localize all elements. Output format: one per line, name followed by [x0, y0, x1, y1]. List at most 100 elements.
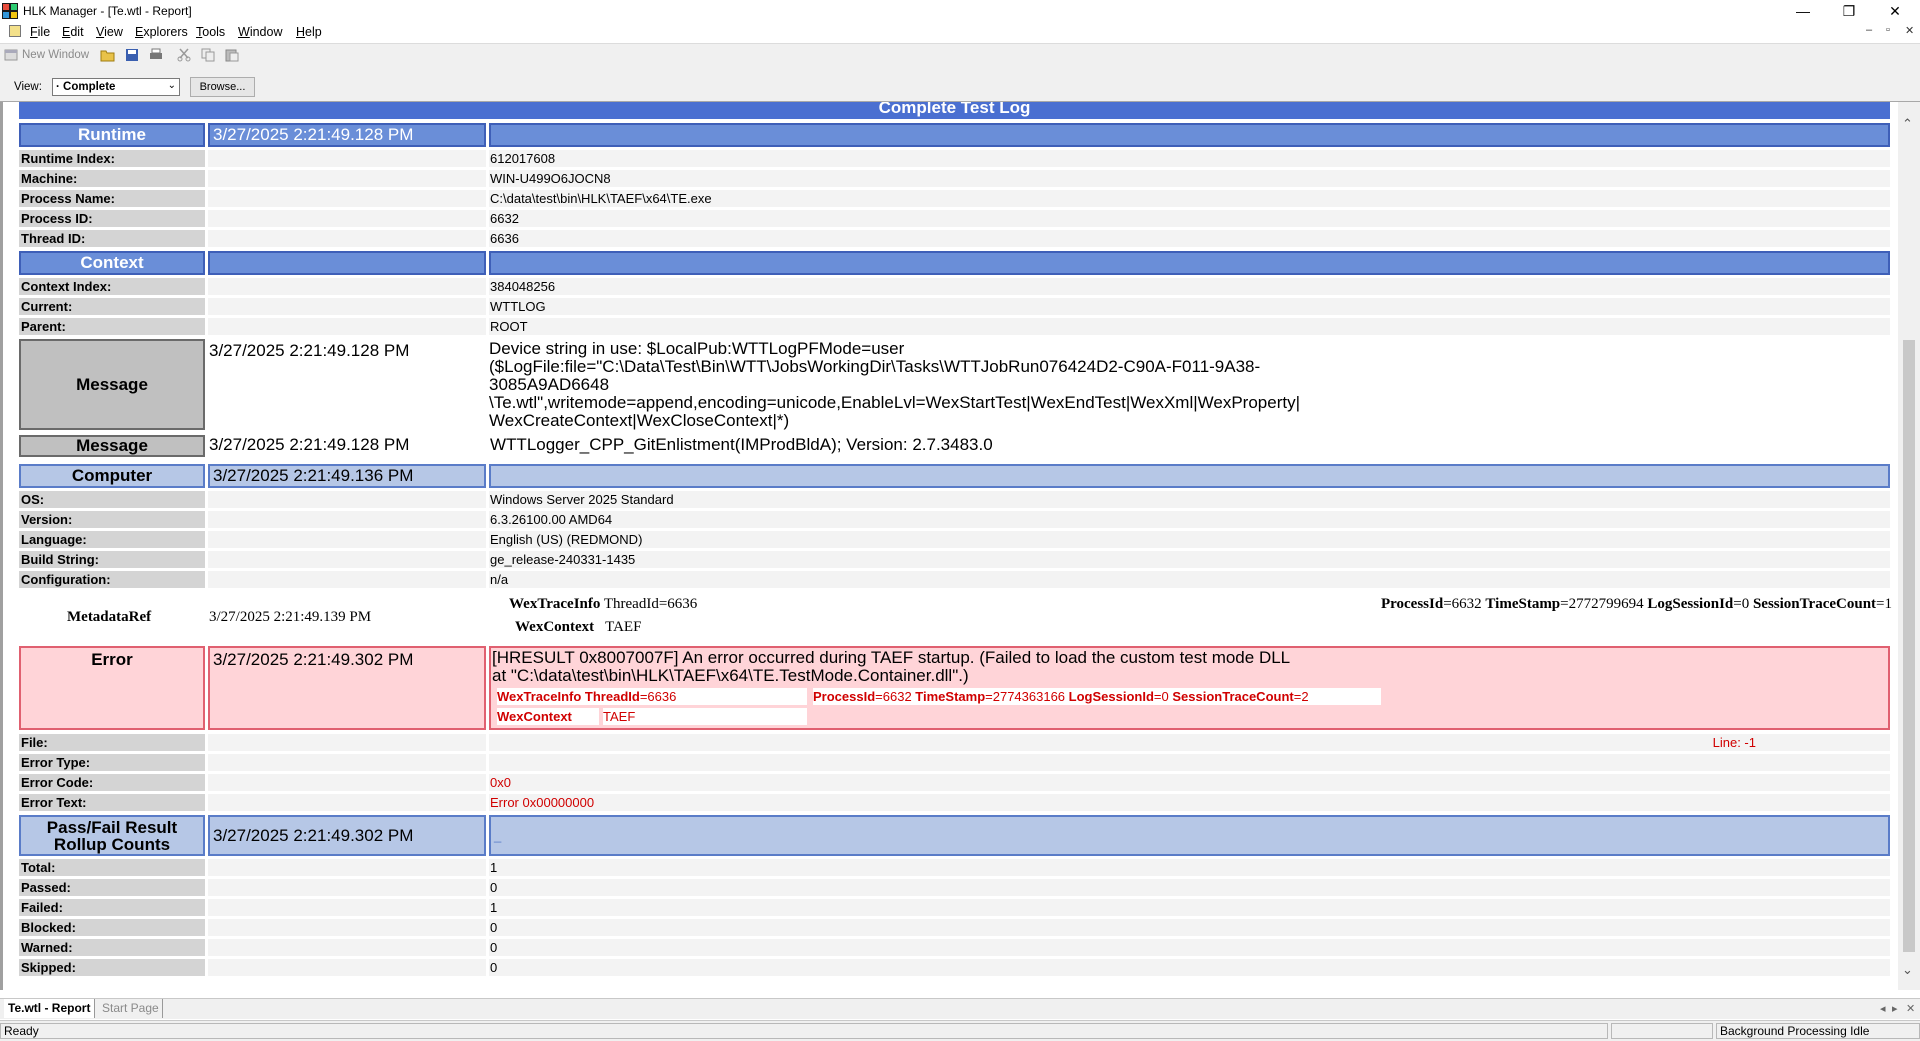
- open-folder-icon[interactable]: [100, 48, 116, 62]
- computer-header-fill: [489, 464, 1890, 488]
- current-value: WTTLOG: [489, 298, 1890, 315]
- menu-tools[interactable]: Tools: [196, 25, 225, 39]
- scroll-down-icon[interactable]: ⌄: [1902, 962, 1913, 978]
- runtime-index-value: 612017608: [489, 150, 1890, 167]
- passed-label: Passed:: [19, 879, 205, 896]
- view-label: View:: [14, 81, 42, 93]
- status-pane-empty: [1611, 1023, 1713, 1039]
- version-label: Version:: [19, 511, 205, 528]
- mdi-minimize-icon[interactable]: –: [1866, 24, 1872, 36]
- version-value: 6.3.26100.00 AMD64: [489, 511, 1890, 528]
- tab-prev-icon[interactable]: ◂: [1880, 1002, 1886, 1015]
- build-string-label: Build String:: [19, 551, 205, 568]
- message-text-2: WTTLogger_CPP_GitEnlistment(IMProdBldA);…: [490, 435, 1890, 457]
- configuration-value: n/a: [489, 571, 1890, 588]
- error-text-label: Error Text:: [19, 794, 205, 811]
- mdi-restore-icon[interactable]: ▫: [1886, 24, 1890, 36]
- machine-value: WIN-U499O6JOCN8: [489, 170, 1890, 187]
- menu-bar: File Edit View Explorers Tools Window He…: [0, 22, 1920, 42]
- failed-label: Failed:: [19, 899, 205, 916]
- warned-value: 0: [489, 939, 1890, 956]
- process-id-label: Process ID:: [19, 210, 205, 227]
- language-value: English (US) (REDMOND): [489, 531, 1890, 548]
- scroll-up-icon[interactable]: ⌃: [1902, 116, 1913, 132]
- error-code-value: 0x0: [489, 774, 1890, 791]
- metadata-time: 3/27/2025 2:21:49.139 PM: [209, 609, 372, 625]
- document-tabs: Te.wtl - Report Start Page ◂ ▸ ✕: [0, 998, 1920, 1019]
- metadata-session-info: ProcessId=6632 TimeStamp=2772799694 LogS…: [1380, 596, 1892, 612]
- total-label: Total:: [19, 859, 205, 876]
- background-status: Background Processing Idle: [1716, 1023, 1920, 1039]
- restore-button[interactable]: ❐: [1826, 0, 1872, 22]
- message-time: 3/27/2025 2:21:49.128 PM: [209, 339, 485, 430]
- rollup-time: 3/27/2025 2:21:49.302 PM: [208, 815, 486, 856]
- blocked-label: Blocked:: [19, 919, 205, 936]
- os-label: OS:: [19, 491, 205, 508]
- menu-file[interactable]: File: [30, 25, 50, 39]
- tab-close-icon[interactable]: ✕: [1906, 1002, 1915, 1015]
- current-label: Current:: [19, 298, 205, 315]
- context-header-fill-2: [489, 251, 1890, 275]
- report-view: Complete Test Log Runtime 3/27/2025 2:21…: [0, 102, 1898, 990]
- error-code-label: Error Code:: [19, 774, 205, 791]
- save-icon[interactable]: [124, 48, 140, 62]
- passed-value: 0: [489, 879, 1890, 896]
- view-dropdown[interactable]: · Complete ⌄: [52, 78, 180, 96]
- paste-icon[interactable]: [224, 48, 240, 62]
- close-button[interactable]: ✕: [1872, 0, 1918, 22]
- runtime-index-label: Runtime Index:: [19, 150, 205, 167]
- error-time: 3/27/2025 2:21:49.302 PM: [208, 646, 486, 730]
- machine-label: Machine:: [19, 170, 205, 187]
- metadata-context: WexContext TAEF: [515, 619, 642, 635]
- failed-value: 1: [489, 899, 1890, 916]
- mdi-close-icon[interactable]: ✕: [1905, 24, 1914, 37]
- tab-report[interactable]: Te.wtl - Report: [4, 999, 96, 1018]
- error-message: [HRESULT 0x8007007F] An error occurred d…: [492, 648, 1291, 685]
- menu-view[interactable]: View: [96, 25, 123, 39]
- view-bar: View: · Complete ⌄ Browse...: [0, 67, 1920, 102]
- parent-value: ROOT: [489, 318, 1890, 335]
- blocked-value: 0: [489, 919, 1890, 936]
- message-label: Message: [19, 339, 205, 430]
- runtime-header: Runtime: [19, 123, 205, 147]
- document-icon[interactable]: [9, 25, 21, 37]
- file-label: File:: [19, 734, 205, 751]
- metadata-label: MetadataRef: [67, 609, 152, 625]
- new-window-button[interactable]: New Window: [22, 49, 89, 61]
- browse-button[interactable]: Browse...: [190, 77, 255, 97]
- cut-icon[interactable]: [176, 48, 192, 62]
- vertical-scrollbar[interactable]: ⌃ ⌄: [1898, 102, 1920, 990]
- tab-start-page[interactable]: Start Page: [102, 999, 163, 1018]
- print-icon[interactable]: [148, 48, 164, 62]
- thread-id-label: Thread ID:: [19, 230, 205, 247]
- menu-help[interactable]: Help: [296, 25, 322, 39]
- scroll-thumb[interactable]: [1903, 340, 1915, 952]
- configuration-label: Configuration:: [19, 571, 205, 588]
- error-type-value: [489, 754, 1890, 771]
- skipped-value: 0: [489, 959, 1890, 976]
- error-line-info: Line: -1: [1712, 735, 1756, 750]
- menu-window[interactable]: Window: [238, 25, 282, 39]
- chevron-down-icon: ⌄: [167, 80, 176, 91]
- runtime-time: 3/27/2025 2:21:49.128 PM: [208, 123, 486, 147]
- message-time-2: 3/27/2025 2:21:49.128 PM: [209, 435, 485, 457]
- minimize-button[interactable]: —: [1780, 0, 1826, 22]
- computer-time: 3/27/2025 2:21:49.136 PM: [208, 464, 486, 488]
- tab-next-icon[interactable]: ▸: [1892, 1002, 1898, 1015]
- copy-icon[interactable]: [200, 48, 216, 62]
- message-text: Device string in use: $LocalPub:WTTLogPF…: [489, 340, 1890, 430]
- status-bar: Ready Background Processing Idle: [0, 1020, 1920, 1041]
- context-index-label: Context Index:: [19, 278, 205, 295]
- metadata-trace-info: WexTraceInfo ThreadId=6636: [509, 596, 698, 612]
- menu-edit[interactable]: Edit: [62, 25, 84, 39]
- process-id-value: 6632: [489, 210, 1890, 227]
- context-index-value: 384048256: [489, 278, 1890, 295]
- status-text: Ready: [0, 1023, 1608, 1039]
- toolbar: New Window: [0, 43, 1920, 68]
- parent-label: Parent:: [19, 318, 205, 335]
- hlk-app-icon: [2, 3, 18, 19]
- rollup-header: Pass/Fail Result Rollup Counts: [19, 815, 205, 856]
- warned-label: Warned:: [19, 939, 205, 956]
- new-window-icon[interactable]: [4, 48, 20, 62]
- menu-explorers[interactable]: Explorers: [135, 25, 188, 39]
